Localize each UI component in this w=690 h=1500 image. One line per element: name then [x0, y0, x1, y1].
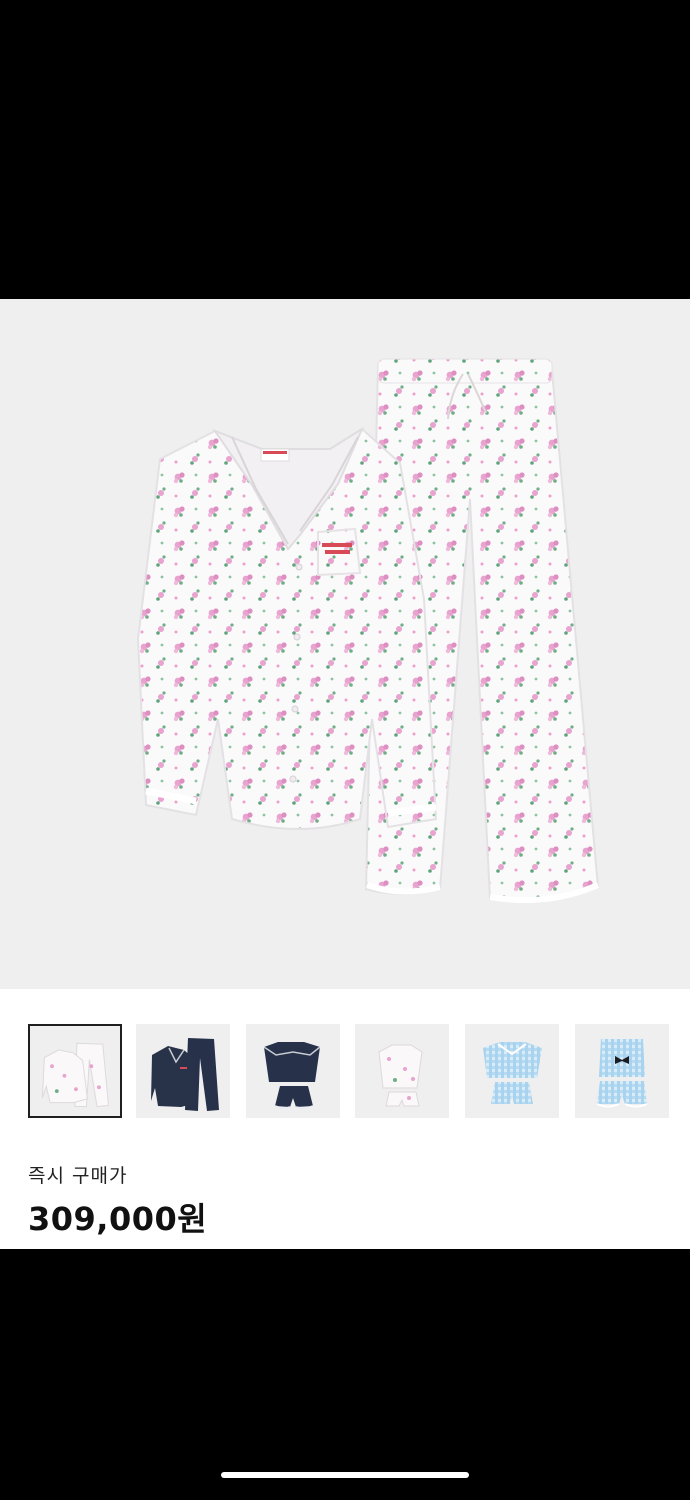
navy-pajama-thumb-icon	[151, 1038, 219, 1111]
thumbnail-floral-dress-set[interactable]	[355, 1024, 449, 1118]
blue-gingham-puff-thumb-icon	[483, 1042, 542, 1104]
blue-gingham-bow-thumb-icon	[596, 1039, 648, 1108]
thumbnail-floral-pajama-set[interactable]	[28, 1024, 122, 1118]
floral-pajama-thumb-icon	[41, 1042, 110, 1107]
floral-pajama-illustration	[136, 358, 600, 904]
navy-ruffle-set-thumb-icon	[263, 1042, 321, 1110]
app-screen: 즉시 구매가 309,000원	[0, 0, 690, 1500]
product-main-image[interactable]	[0, 299, 690, 989]
thumbnail-strip	[28, 1024, 669, 1120]
purchase-price: 309,000원	[28, 1200, 208, 1238]
thumbnail-blue-gingham-bow-set[interactable]	[575, 1024, 669, 1118]
thumbnail-navy-ruffle-shorts-set[interactable]	[246, 1024, 340, 1118]
purchase-label: 즉시 구매가	[28, 1165, 128, 1187]
product-info-panel: 즉시 구매가 309,000원	[0, 989, 690, 1249]
floral-dress-set-thumb-icon	[378, 1044, 423, 1107]
thumbnail-blue-gingham-puff-set[interactable]	[465, 1024, 559, 1118]
home-indicator[interactable]	[221, 1472, 469, 1478]
thumbnail-navy-pajama-set[interactable]	[136, 1024, 230, 1118]
